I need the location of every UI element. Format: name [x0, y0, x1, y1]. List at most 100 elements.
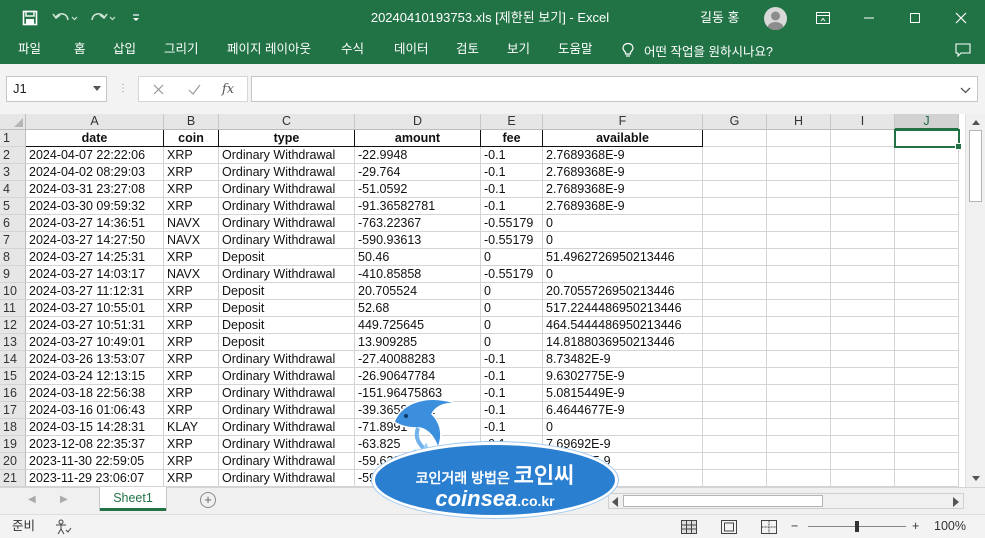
table-cell[interactable]: 9.6302775E-9	[543, 368, 703, 385]
table-cell[interactable]	[767, 198, 831, 215]
zoom-level[interactable]: 100%	[934, 515, 966, 538]
row-header[interactable]: 3	[0, 164, 26, 181]
table-cell[interactable]	[767, 164, 831, 181]
column-header-d[interactable]: D	[355, 114, 481, 130]
minimize-icon[interactable]	[846, 0, 892, 36]
table-cell[interactable]: -51.0592	[355, 181, 481, 198]
table-cell[interactable]: Deposit	[219, 249, 355, 266]
header-cell-col-a[interactable]: date	[26, 130, 164, 147]
table-cell[interactable]	[703, 470, 767, 487]
table-cell[interactable]	[767, 436, 831, 453]
table-cell[interactable]: KLAY	[164, 419, 219, 436]
insert-function-button[interactable]: fx	[211, 77, 245, 101]
table-cell[interactable]: 2024-03-27 10:49:01	[26, 334, 164, 351]
table-cell[interactable]: -0.55179	[481, 232, 543, 249]
table-cell[interactable]: XRP	[164, 402, 219, 419]
table-cell[interactable]	[767, 351, 831, 368]
table-cell[interactable]: 51.4962726950213446	[543, 249, 703, 266]
table-cell[interactable]: 2024-03-16 01:06:43	[26, 402, 164, 419]
table-cell[interactable]	[831, 402, 895, 419]
tab-file[interactable]: 파일	[18, 36, 41, 64]
vertical-scrollbar[interactable]	[965, 114, 985, 487]
table-cell[interactable]	[703, 351, 767, 368]
table-cell[interactable]: Ordinary Withdrawal	[219, 436, 355, 453]
row-header[interactable]: 15	[0, 368, 26, 385]
tab-page-layout[interactable]: 페이지 레이아웃	[227, 36, 311, 64]
tab-data[interactable]: 데이터	[394, 36, 429, 64]
table-cell[interactable]: -27.40088283	[355, 351, 481, 368]
table-cell[interactable]	[895, 453, 959, 470]
zoom-slider-thumb[interactable]	[855, 521, 859, 532]
table-cell[interactable]: 2024-04-07 22:22:06	[26, 147, 164, 164]
table-cell[interactable]	[703, 164, 767, 181]
table-cell[interactable]: 2024-03-27 14:25:31	[26, 249, 164, 266]
table-cell[interactable]	[895, 436, 959, 453]
table-cell[interactable]	[895, 266, 959, 283]
row-header[interactable]: 8	[0, 249, 26, 266]
row-header[interactable]: 4	[0, 181, 26, 198]
table-cell[interactable]: -0.55179	[481, 215, 543, 232]
table-cell[interactable]: XRP	[164, 436, 219, 453]
check-icon[interactable]	[177, 77, 211, 101]
table-cell[interactable]	[703, 266, 767, 283]
header-cell-col-c[interactable]: type	[219, 130, 355, 147]
table-cell[interactable]: XRP	[164, 317, 219, 334]
add-sheet-icon[interactable]: +	[200, 492, 216, 508]
table-cell[interactable]	[831, 334, 895, 351]
table-cell[interactable]: 20.705524	[355, 283, 481, 300]
table-cell[interactable]: 2.7689368E-9	[543, 164, 703, 181]
row-header[interactable]: 11	[0, 300, 26, 317]
table-cell[interactable]	[895, 351, 959, 368]
table-cell[interactable]: -22.9948	[355, 147, 481, 164]
table-cell[interactable]: 8.73482E-9	[543, 351, 703, 368]
row-header[interactable]: 6	[0, 215, 26, 232]
table-cell[interactable]	[895, 147, 959, 164]
table-cell[interactable]: XRP	[164, 470, 219, 487]
table-cell[interactable]: 20.7055726950213446	[543, 283, 703, 300]
table-cell[interactable]: 2024-03-27 11:12:31	[26, 283, 164, 300]
table-cell[interactable]: 2.7689368E-9	[543, 181, 703, 198]
column-header-j[interactable]: J	[895, 114, 959, 130]
table-cell[interactable]	[767, 283, 831, 300]
page-layout-view-icon[interactable]	[721, 519, 737, 535]
table-cell[interactable]: 13.909285	[355, 334, 481, 351]
table-cell[interactable]: XRP	[164, 334, 219, 351]
table-cell[interactable]: 2024-03-27 14:27:50	[26, 232, 164, 249]
header-cell-col-i[interactable]	[831, 130, 895, 147]
save-icon[interactable]	[18, 0, 42, 36]
table-cell[interactable]	[703, 300, 767, 317]
table-cell[interactable]: Ordinary Withdrawal	[219, 198, 355, 215]
table-cell[interactable]: -0.1	[481, 198, 543, 215]
table-cell[interactable]	[703, 317, 767, 334]
table-cell[interactable]	[703, 402, 767, 419]
table-cell[interactable]: 2024-03-27 10:55:01	[26, 300, 164, 317]
scroll-up-icon[interactable]	[966, 114, 985, 130]
expand-formula-bar-icon[interactable]	[960, 84, 971, 98]
table-cell[interactable]: Ordinary Withdrawal	[219, 164, 355, 181]
table-cell[interactable]	[895, 317, 959, 334]
name-box[interactable]: J1	[6, 76, 107, 102]
row-header[interactable]: 9	[0, 266, 26, 283]
table-cell[interactable]: Ordinary Withdrawal	[219, 419, 355, 436]
column-header-e[interactable]: E	[481, 114, 543, 130]
table-cell[interactable]: -0.1	[481, 147, 543, 164]
table-cell[interactable]	[703, 419, 767, 436]
table-cell[interactable]	[895, 334, 959, 351]
table-cell[interactable]	[895, 300, 959, 317]
row-header[interactable]: 10	[0, 283, 26, 300]
undo-icon[interactable]	[50, 0, 80, 36]
table-cell[interactable]	[831, 300, 895, 317]
table-cell[interactable]: 2023-12-08 22:35:37	[26, 436, 164, 453]
table-cell[interactable]: 517.2244486950213446	[543, 300, 703, 317]
table-cell[interactable]: -29.764	[355, 164, 481, 181]
cancel-icon[interactable]	[141, 77, 175, 101]
table-cell[interactable]: -763.22367	[355, 215, 481, 232]
table-cell[interactable]	[831, 351, 895, 368]
table-cell[interactable]: 2024-03-15 14:28:31	[26, 419, 164, 436]
table-cell[interactable]	[831, 232, 895, 249]
table-cell[interactable]	[767, 249, 831, 266]
table-cell[interactable]	[831, 181, 895, 198]
table-cell[interactable]	[767, 300, 831, 317]
row-header[interactable]: 2	[0, 147, 26, 164]
table-cell[interactable]	[703, 215, 767, 232]
